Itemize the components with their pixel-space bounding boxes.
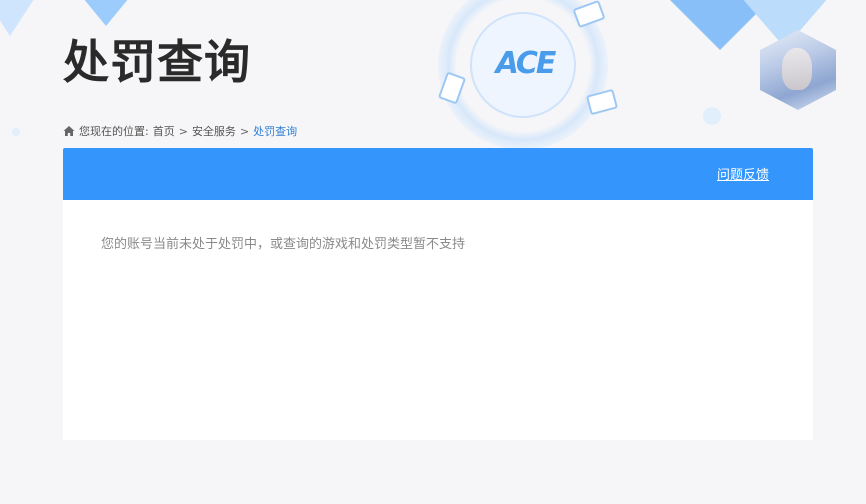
decorative-triangle xyxy=(650,0,790,50)
panel-header: 问题反馈 xyxy=(63,148,813,200)
decorative-bubble xyxy=(703,107,721,125)
no-penalty-notice: 您的账号当前未处于处罚中，或查询的游戏和处罚类型暂不支持 xyxy=(101,237,466,252)
page-root: ACE 处罚查询 您现在的位置: 首页 > 安全服务 > 处罚查询 问题反馈 您… xyxy=(0,0,866,504)
breadcrumb-item-home[interactable]: 首页 xyxy=(153,123,175,139)
breadcrumb-item-security-services[interactable]: 安全服务 xyxy=(192,123,236,139)
panel-body: 您的账号当前未处于处罚中，或查询的游戏和处罚类型暂不支持 xyxy=(63,200,813,440)
game-card-icon xyxy=(585,88,619,116)
ace-logo: ACE xyxy=(495,46,557,81)
breadcrumb: 您现在的位置: 首页 > 安全服务 > 处罚查询 xyxy=(63,122,297,140)
breadcrumb-item-current[interactable]: 处罚查询 xyxy=(253,123,297,139)
decorative-triangle xyxy=(60,0,152,26)
page-title: 处罚查询 xyxy=(63,35,251,89)
breadcrumb-prefix: 您现在的位置: xyxy=(79,125,149,138)
decorative-triangle xyxy=(0,0,40,36)
game-card-icon xyxy=(437,71,467,105)
breadcrumb-separator: > xyxy=(239,124,250,138)
decorative-bubble xyxy=(12,128,20,136)
home-icon xyxy=(63,126,75,136)
feedback-link[interactable]: 问题反馈 xyxy=(717,164,769,183)
breadcrumb-separator: > xyxy=(178,124,188,138)
character-portrait xyxy=(760,30,836,110)
game-card-icon xyxy=(572,0,606,29)
